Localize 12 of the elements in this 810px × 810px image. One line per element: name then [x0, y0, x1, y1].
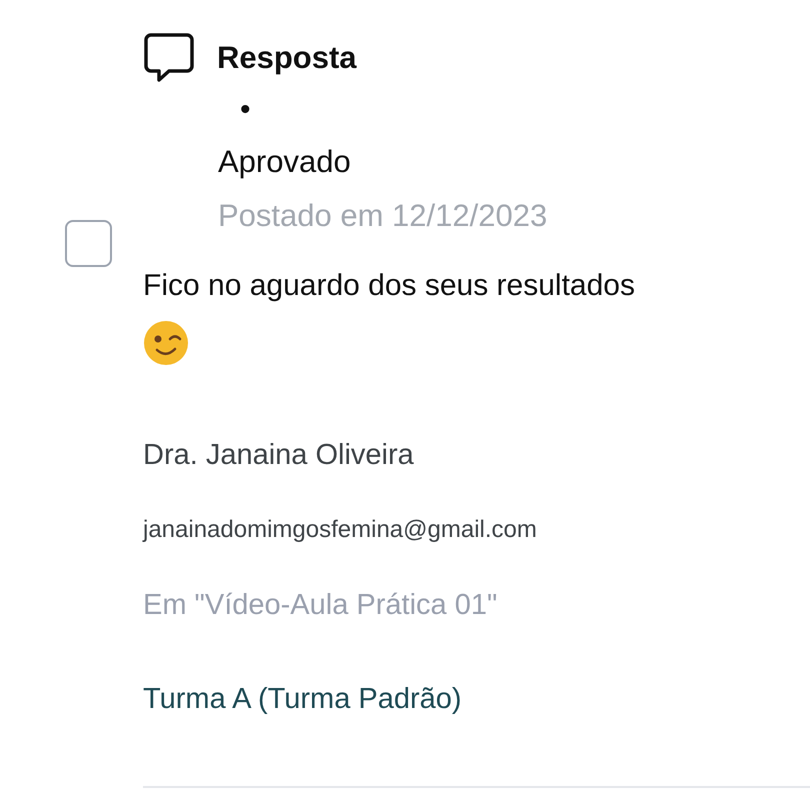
class-link[interactable]: Turma A (Turma Padrão) — [143, 680, 462, 718]
author-email: janainadomimgosfemina@gmail.com — [143, 515, 538, 545]
winking-face-icon — [143, 320, 189, 366]
section-title: Resposta — [217, 38, 357, 77]
message-text: Fico no aguardo dos seus resultados — [143, 268, 636, 304]
author-name: Dra. Janaina Oliveira — [143, 438, 415, 473]
bullet: • — [239, 92, 252, 128]
speech-bubble-icon — [143, 32, 195, 84]
checkbox[interactable] — [65, 220, 112, 267]
status-label: Aprovado — [218, 143, 352, 181]
posted-date: Postado em 12/12/2023 — [218, 197, 548, 235]
lesson-reference: Em "Vídeo-Aula Prática 01" — [143, 588, 498, 623]
